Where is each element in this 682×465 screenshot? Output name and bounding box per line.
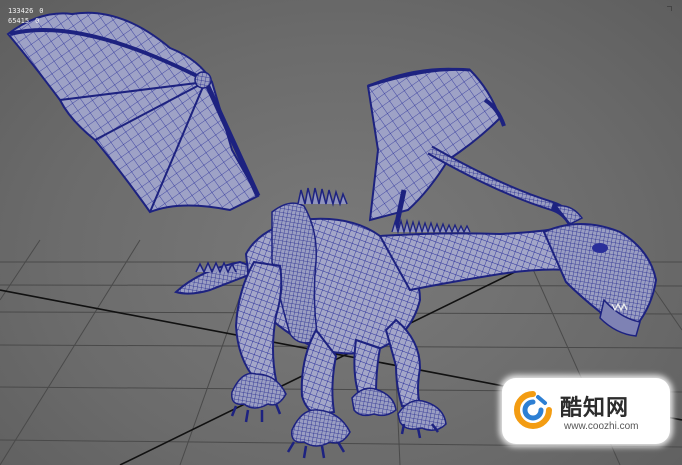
hud-value: 65415 xyxy=(8,17,30,25)
hud-value: 0 xyxy=(35,17,40,25)
poly-count-hud: 133426 0 65415 0 xyxy=(8,6,44,26)
corner-marker xyxy=(667,6,672,11)
hud-row: 133426 0 xyxy=(8,6,44,16)
back-right-leg xyxy=(384,318,447,439)
watermark-url: www.coozhi.com xyxy=(564,421,639,432)
watermark-brand: 酷知网 xyxy=(560,396,630,421)
hud-value: 0 xyxy=(39,7,44,15)
coozhi-logo-icon xyxy=(514,391,552,429)
neck-head xyxy=(378,205,658,337)
hud-value: 133426 xyxy=(8,7,34,15)
watermark: 酷知网 www.coozhi.com xyxy=(502,378,670,444)
back-left-leg xyxy=(351,338,397,417)
left-wing xyxy=(6,11,261,214)
right-wing xyxy=(366,67,577,229)
front-left-leg xyxy=(230,260,287,423)
hud-row: 65415 0 xyxy=(8,16,44,26)
